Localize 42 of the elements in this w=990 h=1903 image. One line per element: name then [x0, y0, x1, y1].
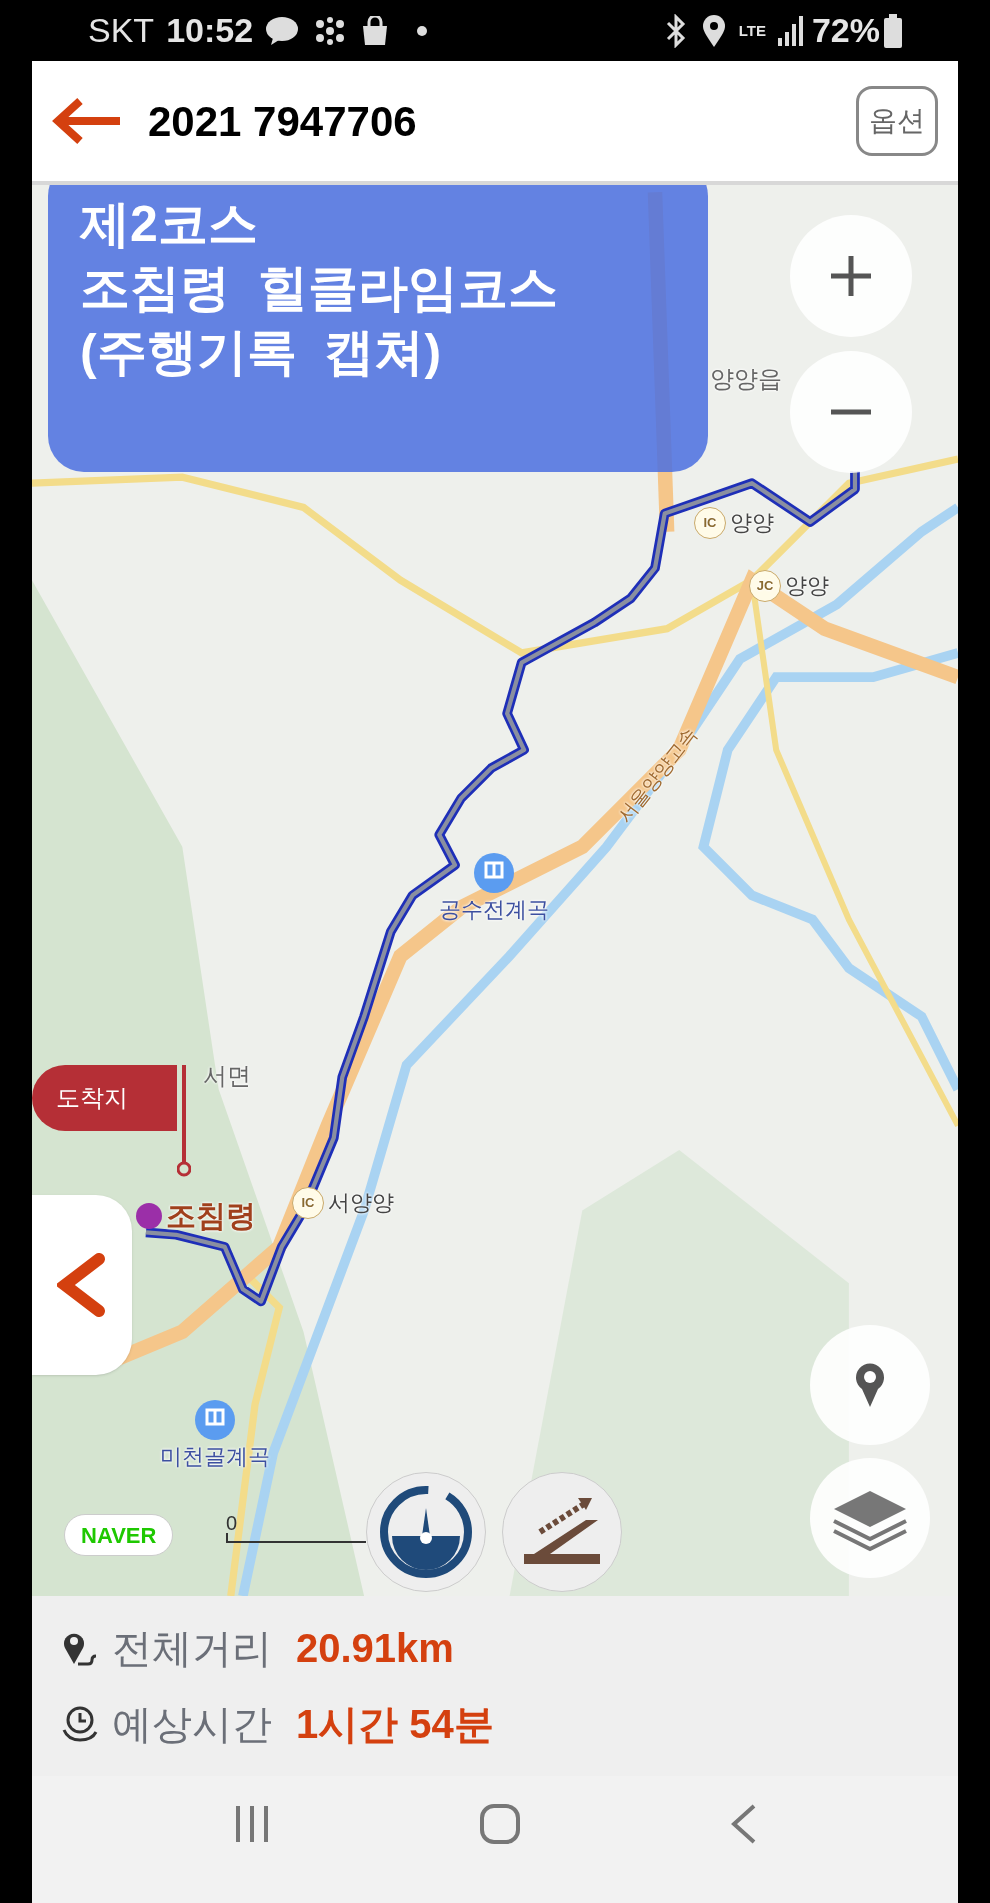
shopping-bag-icon [361, 15, 390, 46]
plus-icon [829, 254, 873, 298]
header-title: 2021 7947706 [148, 96, 417, 147]
network-icon [315, 15, 346, 46]
overlay-title-line: 조침령 힐클라임코스 [80, 259, 559, 318]
clock-route-icon [60, 1704, 100, 1744]
map-label: 양양 [785, 572, 829, 600]
signal-icon [777, 15, 804, 46]
overlay-title-line: 제2코스 [80, 195, 259, 254]
home-icon[interactable] [479, 1802, 521, 1845]
carrier-text: SKT [88, 10, 155, 51]
destination-flag: 도착지 [32, 1065, 177, 1131]
clock-text: 10:52 [166, 10, 254, 51]
map-label: 서양양 [328, 1189, 394, 1217]
summary-label: 전체거리 [112, 1625, 272, 1672]
interchange-badge: IC [694, 506, 726, 539]
chat-bubble-icon [265, 15, 300, 46]
flag-pole-icon [177, 1065, 191, 1177]
summary-value: 20.91km [296, 1625, 454, 1672]
network-type-text: LTE [738, 23, 766, 38]
minus-icon [829, 409, 873, 415]
map-label: 조침령 [166, 1198, 256, 1234]
pass-marker-icon [136, 1202, 162, 1229]
options-button[interactable]: 옵션 [856, 86, 938, 156]
map-label: 서면 [203, 1061, 251, 1091]
speedometer-icon [378, 1484, 474, 1580]
chevron-left-icon [57, 1253, 107, 1317]
overlay-title-line: (주행기록 캡쳐) [80, 323, 443, 382]
battery-text: 72% [811, 10, 880, 51]
battery-icon [884, 13, 902, 48]
map-label: 미천골계곡 [160, 1443, 270, 1471]
water-icon [474, 853, 514, 893]
map-label: 양양 [730, 509, 774, 537]
map-label: 양양읍 [710, 364, 782, 394]
collapse-button[interactable] [32, 1195, 132, 1375]
dot-icon [417, 25, 428, 36]
naver-logo: NAVER [64, 1514, 174, 1556]
location-icon [700, 13, 727, 48]
summary-value: 1시간 54분 [296, 1701, 494, 1748]
scale-label: 0 [226, 1513, 239, 1533]
summary-label: 예상시간 [112, 1701, 272, 1748]
water-icon [195, 1400, 235, 1440]
